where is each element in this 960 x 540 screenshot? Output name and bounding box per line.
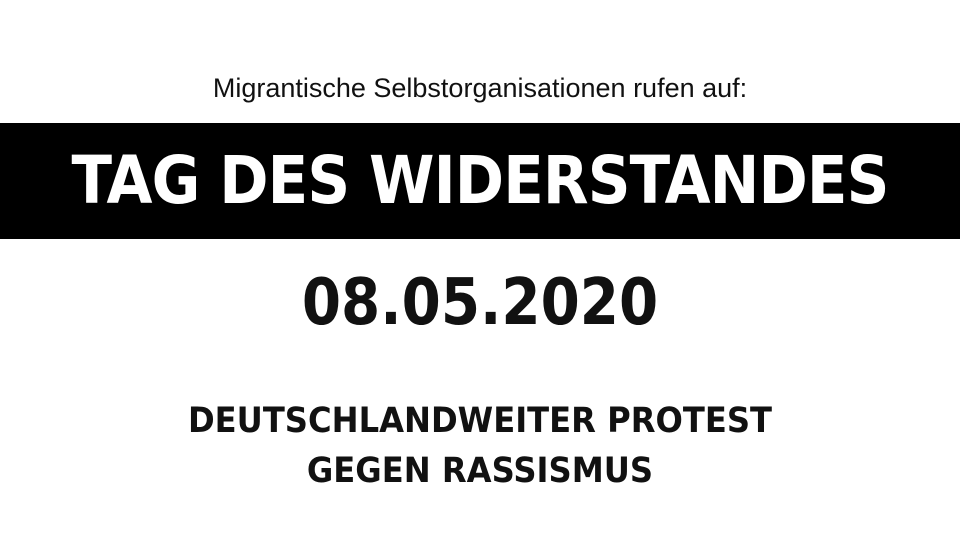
protest-line-2: GEGEN RASSISMUS — [306, 451, 654, 491]
headline-text: TAG DES WIDERSTANDES — [71, 142, 890, 219]
event-date: 08.05.2020 — [301, 266, 659, 340]
headline-banner: TAG DES WIDERSTANDES — [0, 123, 960, 239]
protest-subtitle: DEUTSCHLANDWEITER PROTEST GEGEN RASSISMU… — [38, 396, 921, 496]
protest-line-1: DEUTSCHLANDWEITER PROTEST — [187, 401, 773, 441]
intro-text: Migrantische Selbstorganisationen rufen … — [212, 73, 748, 103]
poster-canvas: Migrantische Selbstorganisationen rufen … — [0, 0, 960, 540]
